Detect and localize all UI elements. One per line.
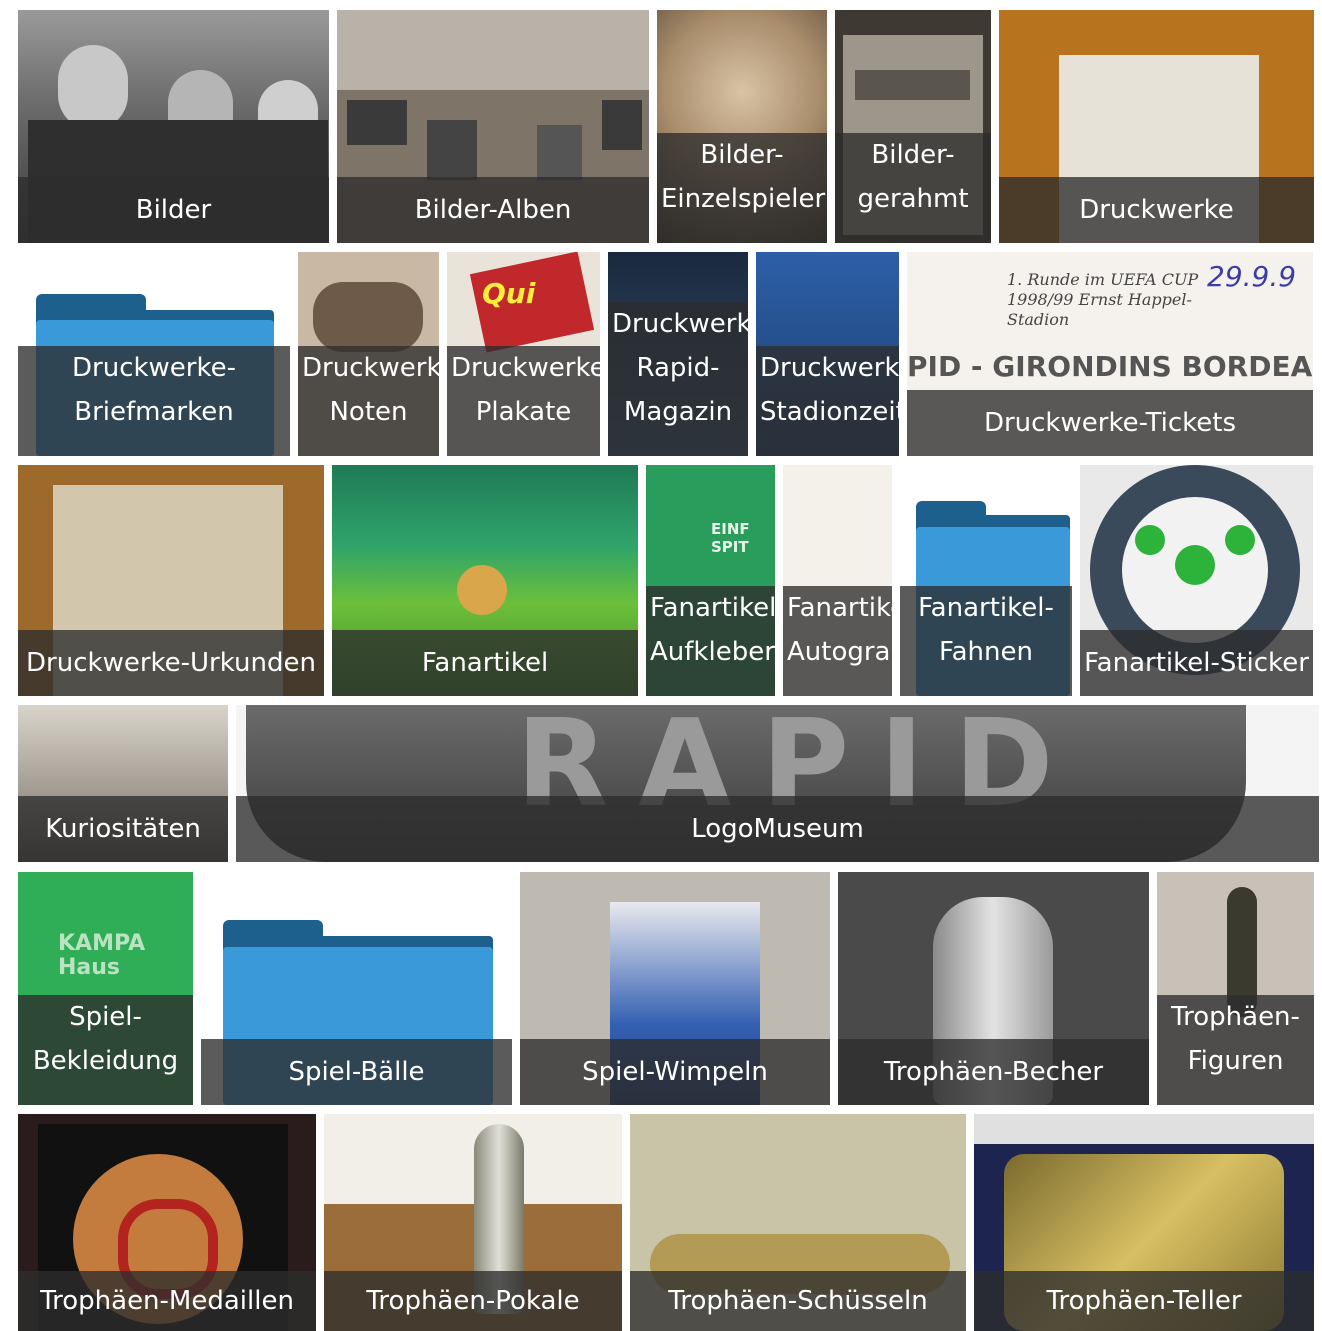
- gallery-tile-bilder-alben[interactable]: Bilder-Alben: [337, 10, 649, 243]
- gallery-tile-trophaeen-medaillen[interactable]: Trophäen-Medaillen: [18, 1114, 316, 1331]
- poster-text: Qui: [482, 277, 536, 310]
- tile-caption: Spiel- Bekleidung: [18, 995, 193, 1105]
- tile-caption: Spiel-Bälle: [201, 1039, 512, 1105]
- tile-caption: Bilder-gerahmt: [835, 133, 991, 243]
- gallery-tile-spiel-bekleidung[interactable]: KAMPA Haus Spiel- Bekleidung: [18, 872, 193, 1105]
- gallery-tile-spiel-baelle[interactable]: Spiel-Bälle: [201, 872, 512, 1105]
- gallery-tile-druckwerke-rapid-magazin[interactable]: Druckwerke-Rapid-Magazin: [608, 252, 748, 456]
- tile-caption: Druckwerke-Noten: [298, 346, 439, 456]
- gallery-tile-fanartikel[interactable]: Fanartikel: [332, 465, 638, 696]
- gallery-tile-trophaeen-teller[interactable]: Trophäen-Teller: [974, 1114, 1314, 1331]
- tile-caption: Bilder-Alben: [337, 177, 649, 243]
- tile-caption: Druckwerke-Rapid-Magazin: [608, 302, 748, 456]
- tile-caption: Trophäen-Teller: [974, 1271, 1314, 1331]
- ticket-date: 29.9.9: [1207, 260, 1297, 293]
- gallery-tile-druckwerke-plakate[interactable]: Qui Druckwerke- Plakate: [447, 252, 600, 456]
- gallery-tile-logomuseum[interactable]: RAPID LogoMuseum: [236, 705, 1319, 862]
- gallery-tile-fanartikel-fahnen[interactable]: Fanartikel- Fahnen: [900, 465, 1072, 696]
- gallery-tile-trophaeen-pokale[interactable]: Trophäen-Pokale: [324, 1114, 622, 1331]
- tile-caption: Bilder- Einzelspieler: [657, 133, 827, 243]
- shirt-text: KAMPA Haus: [58, 931, 146, 980]
- gallery-tile-bilder-einzelspieler[interactable]: Bilder- Einzelspieler: [657, 10, 827, 243]
- tile-caption: Trophäen-Medaillen: [18, 1271, 316, 1331]
- tile-caption: Fanartikel-Sticker: [1080, 630, 1313, 696]
- tile-caption: Druckwerke-Stadionzeitung: [756, 346, 899, 456]
- tile-caption: LogoMuseum: [236, 796, 1319, 862]
- tile-caption: Bilder: [18, 177, 329, 243]
- gallery-tile-kuriositaeten[interactable]: Kuriositäten: [18, 705, 228, 862]
- tile-caption: Druckwerke- Briefmarken: [18, 346, 290, 456]
- gallery-tile-trophaeen-figuren[interactable]: Trophäen- Figuren: [1157, 872, 1314, 1105]
- tile-caption: Trophäen-Pokale: [324, 1271, 622, 1331]
- gallery-tile-trophaeen-schuesseln[interactable]: Trophäen-Schüsseln: [630, 1114, 966, 1331]
- tile-caption: Druckwerke: [999, 177, 1314, 243]
- ticket-match: PID - GIRONDINS BORDEAUX: [907, 350, 1313, 383]
- gallery-tile-druckwerke-urkunden[interactable]: Druckwerke-Urkunden: [18, 465, 324, 696]
- gallery-tile-druckwerke-noten[interactable]: Druckwerke-Noten: [298, 252, 439, 456]
- tile-caption: Fanartikel-Autogramme: [783, 586, 892, 696]
- gallery-tile-trophaeen-becher[interactable]: Trophäen-Becher: [838, 872, 1149, 1105]
- gallery-tile-druckwerke-tickets[interactable]: 1. Runde im UEFA CUP 1998/99 Ernst Happe…: [907, 252, 1313, 456]
- tile-caption: Fanartikel- Fahnen: [900, 586, 1072, 696]
- gallery-tile-fanartikel-autogramme[interactable]: Fanartikel-Autogramme: [783, 465, 892, 696]
- gallery-tile-bilder[interactable]: Bilder: [18, 10, 329, 243]
- tile-caption: Fanartikel: [332, 630, 638, 696]
- tile-caption: Kuriositäten: [18, 796, 228, 862]
- tile-caption: Druckwerke-Tickets: [907, 390, 1313, 456]
- tile-caption: Trophäen-Schüsseln: [630, 1271, 966, 1331]
- gallery-tile-spiel-wimpeln[interactable]: Spiel-Wimpeln: [520, 872, 830, 1105]
- tile-caption: Druckwerke- Plakate: [447, 346, 600, 456]
- gallery-tile-bilder-gerahmt[interactable]: Bilder-gerahmt: [835, 10, 991, 243]
- tile-caption: Trophäen- Figuren: [1157, 995, 1314, 1105]
- tile-caption: Spiel-Wimpeln: [520, 1039, 830, 1105]
- gallery-tile-druckwerke-stadionzeitung[interactable]: Druckwerke-Stadionzeitung: [756, 252, 899, 456]
- sticker-text: EINF SPIT: [711, 520, 750, 556]
- gallery-tile-druckwerke-briefmarken[interactable]: Druckwerke- Briefmarken: [18, 252, 290, 456]
- tile-caption: Fanartikel- Aufkleber: [646, 586, 775, 696]
- gallery-tile-fanartikel-sticker[interactable]: Fanartikel-Sticker: [1080, 465, 1313, 696]
- tile-caption: Trophäen-Becher: [838, 1039, 1149, 1105]
- gallery-tile-fanartikel-aufkleber[interactable]: EINF SPIT Fanartikel- Aufkleber: [646, 465, 775, 696]
- tile-caption: Druckwerke-Urkunden: [18, 630, 324, 696]
- gallery-tile-druckwerke[interactable]: Druckwerke: [999, 10, 1314, 243]
